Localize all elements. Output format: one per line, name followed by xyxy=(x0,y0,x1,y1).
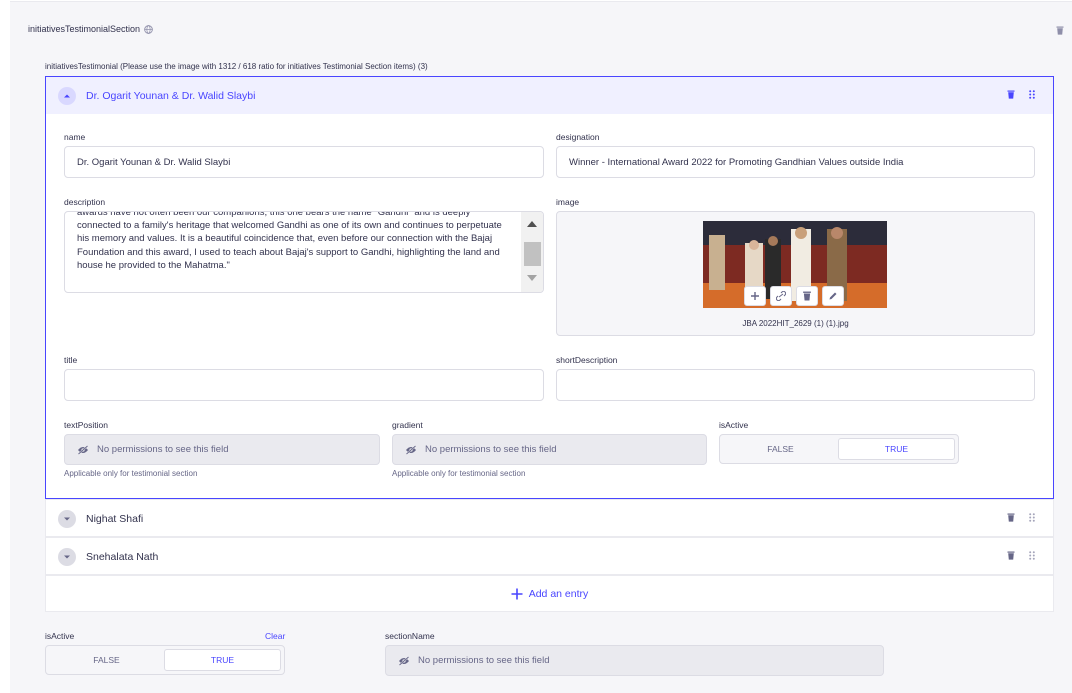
image-filename: JBA 2022HIT_2629 (1) (1).jpg xyxy=(742,319,849,328)
is-active-label: isActive xyxy=(719,420,749,430)
entry-actions xyxy=(1007,90,1035,99)
section-header: initiativesTestimonialSection xyxy=(28,24,153,34)
description-label: description xyxy=(64,197,106,207)
text-position-label: textPosition xyxy=(64,420,108,430)
name-input[interactable]: Dr. Ogarit Younan & Dr. Walid Slaybi xyxy=(64,146,544,178)
entry-card: Nighat Shafi xyxy=(45,499,1054,537)
name-label: name xyxy=(64,132,86,142)
section-name-field: No permissions to see this field xyxy=(385,645,884,676)
delete-image-button[interactable] xyxy=(796,286,818,306)
left-nav-edge xyxy=(0,0,10,693)
entry-card: Snehalata Nath xyxy=(45,537,1054,575)
gradient-label: gradient xyxy=(392,420,423,430)
list-label: initiativesTestimonial (Please use the i… xyxy=(45,62,428,71)
drag-handle-icon[interactable] xyxy=(1029,513,1035,522)
description-textarea[interactable]: awards have not often been our companion… xyxy=(64,211,544,293)
top-border xyxy=(0,0,1072,2)
is-active-false-option[interactable]: FALSE xyxy=(723,438,838,460)
short-description-label: shortDescription xyxy=(556,355,618,365)
trash-icon[interactable] xyxy=(1007,90,1015,99)
entry-actions xyxy=(1007,551,1035,560)
plus-icon xyxy=(511,588,523,599)
text-position-hint: Applicable only for testimonial section xyxy=(64,469,198,478)
image-thumbnail[interactable] xyxy=(703,221,887,308)
link-icon xyxy=(776,291,786,301)
entry-title: Snehalata Nath xyxy=(86,550,159,563)
chevron-up-icon[interactable] xyxy=(58,86,76,105)
section-is-active-label: isActive xyxy=(45,631,75,641)
eye-slash-icon xyxy=(77,444,89,455)
section-is-active-toggle: FALSE TRUE xyxy=(45,645,285,675)
gradient-field: No permissions to see this field xyxy=(392,434,707,465)
description-scrollbar[interactable] xyxy=(521,212,543,292)
text-position-field: No permissions to see this field xyxy=(64,434,380,465)
scroll-up-icon[interactable] xyxy=(527,221,537,227)
entry-header[interactable]: Nighat Shafi xyxy=(46,500,1053,537)
scroll-thumb[interactable] xyxy=(524,242,541,266)
text-position-placeholder: No permissions to see this field xyxy=(97,444,229,455)
short-description-input[interactable] xyxy=(556,369,1035,401)
trash-icon[interactable] xyxy=(1007,513,1015,522)
edit-image-button[interactable] xyxy=(822,286,844,306)
chevron-down-icon[interactable] xyxy=(58,509,76,528)
entry-title: Dr. Ogarit Younan & Dr. Walid Slaybi xyxy=(86,89,256,102)
section-is-active-true-option[interactable]: TRUE xyxy=(164,649,281,671)
eye-slash-icon xyxy=(405,444,417,455)
scroll-down-icon[interactable] xyxy=(527,275,537,281)
trash-icon[interactable] xyxy=(1056,26,1064,35)
pencil-icon xyxy=(829,292,837,300)
designation-label: designation xyxy=(556,132,600,142)
designation-input[interactable]: Winner - International Award 2022 for Pr… xyxy=(556,146,1035,178)
gradient-placeholder: No permissions to see this field xyxy=(425,444,557,455)
globe-icon xyxy=(144,24,153,34)
section-is-active-false-option[interactable]: FALSE xyxy=(49,649,164,671)
trash-icon[interactable] xyxy=(1007,551,1015,560)
plus-icon xyxy=(751,292,759,300)
clear-link[interactable]: Clear xyxy=(265,631,285,641)
add-entry-label: Add an entry xyxy=(528,587,589,600)
drag-handle-icon[interactable] xyxy=(1029,90,1035,99)
image-label: image xyxy=(556,197,580,207)
title-label: title xyxy=(64,355,78,365)
add-entry-button[interactable]: Add an entry xyxy=(45,575,1054,612)
entry-header[interactable]: Dr. Ogarit Younan & Dr. Walid Slaybi xyxy=(46,77,1053,114)
title-input[interactable] xyxy=(64,369,544,401)
section-label: initiativesTestimonialSection xyxy=(28,24,141,34)
section-name-placeholder: No permissions to see this field xyxy=(418,655,550,666)
is-active-true-option[interactable]: TRUE xyxy=(838,438,955,460)
trash-icon xyxy=(803,291,811,301)
gradient-hint: Applicable only for testimonial section xyxy=(392,469,526,478)
description-text: awards have not often been our companion… xyxy=(77,211,502,271)
entry-title: Nighat Shafi xyxy=(86,512,144,525)
is-active-toggle: FALSE TRUE xyxy=(719,434,959,464)
copy-link-button[interactable] xyxy=(770,286,792,306)
drag-handle-icon[interactable] xyxy=(1029,551,1035,560)
chevron-down-icon[interactable] xyxy=(58,547,76,566)
section-name-label: sectionName xyxy=(385,631,435,641)
entry-header[interactable]: Snehalata Nath xyxy=(46,538,1053,575)
add-image-button[interactable] xyxy=(744,286,766,306)
image-field: JBA 2022HIT_2629 (1) (1).jpg xyxy=(556,211,1035,336)
entry-actions xyxy=(1007,513,1035,522)
eye-slash-icon xyxy=(398,655,410,666)
